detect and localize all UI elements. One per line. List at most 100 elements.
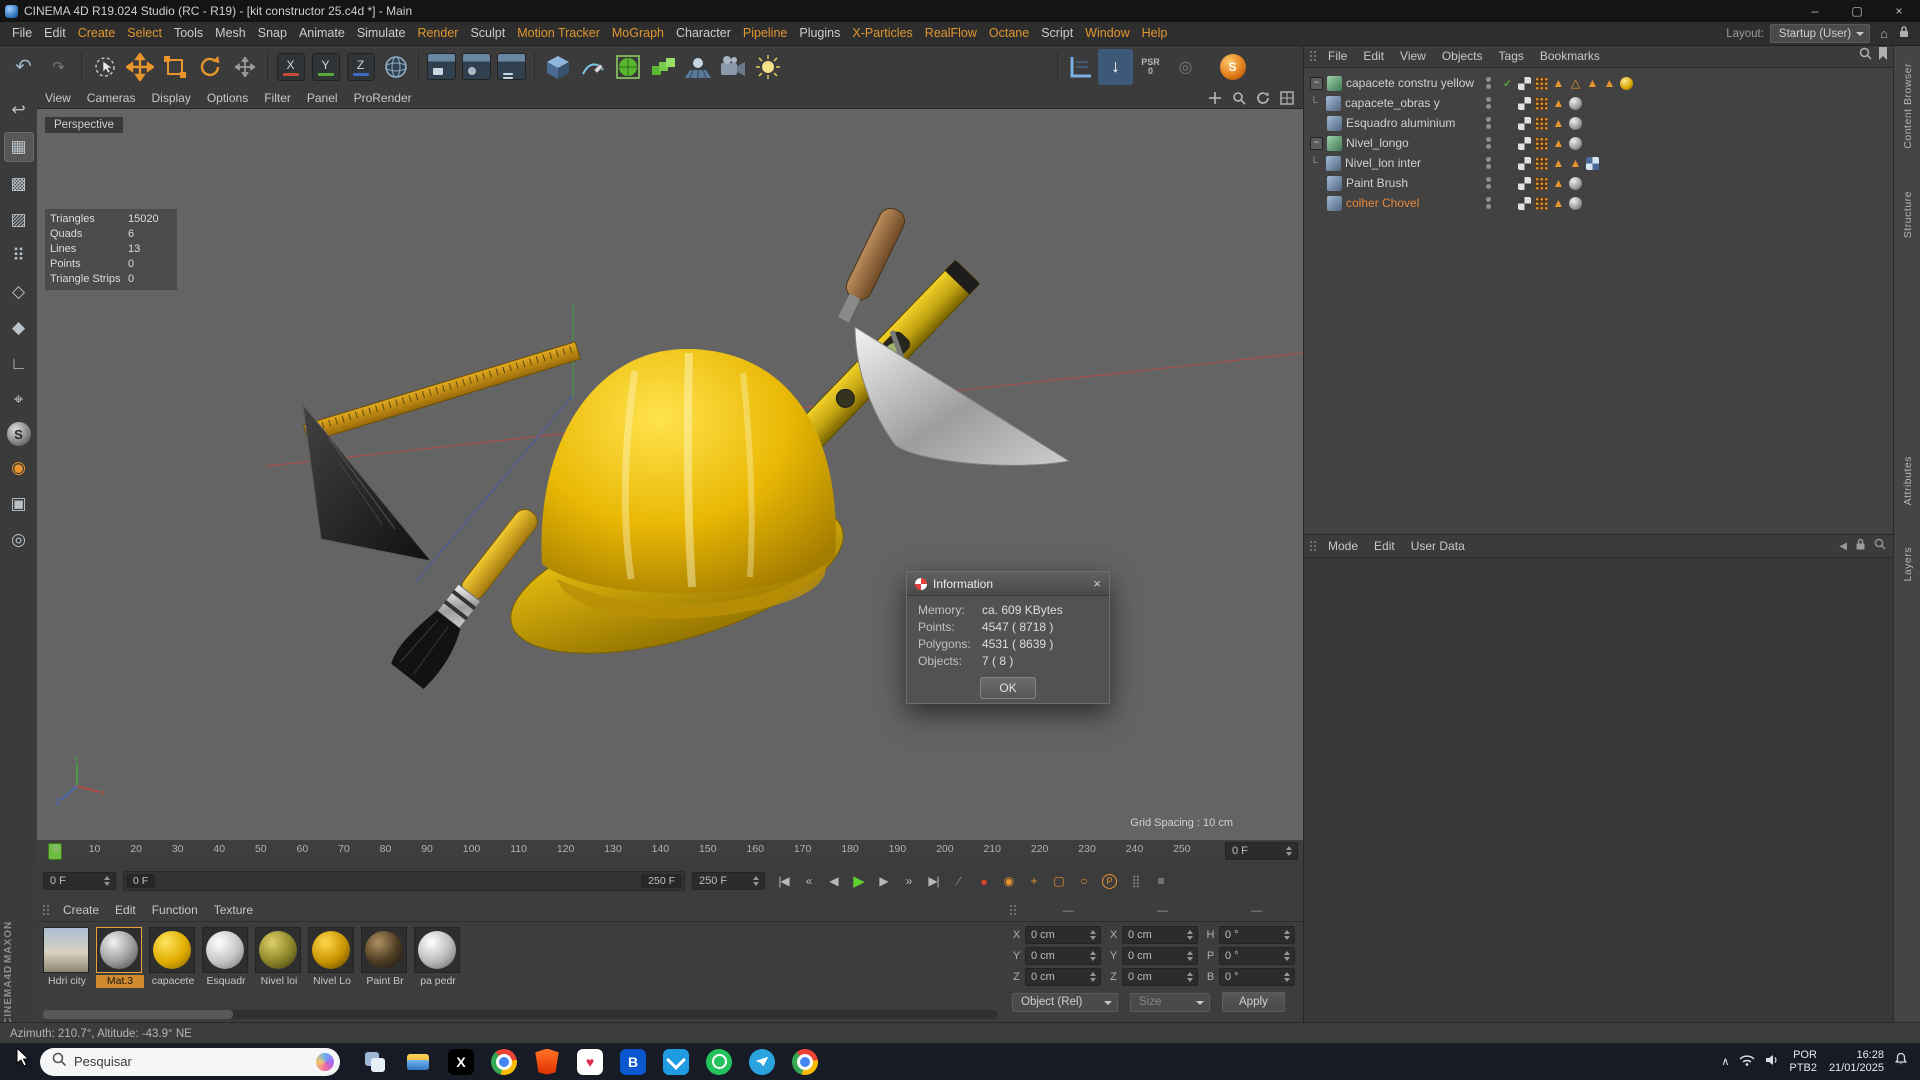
om-menu-file[interactable]: File (1320, 46, 1355, 67)
viewport-menu-options[interactable]: Options (199, 88, 256, 108)
tag-tri-icon[interactable]: ▲ (1586, 76, 1599, 90)
close-button[interactable]: × (1878, 0, 1920, 22)
spline-pen-button[interactable] (575, 49, 610, 85)
am-menu-mode[interactable]: Mode (1320, 536, 1366, 557)
materials-menu-function[interactable]: Function (144, 900, 206, 921)
floor-button[interactable] (680, 49, 715, 85)
whatsapp-icon[interactable] (706, 1048, 732, 1075)
am-menu-edit[interactable]: Edit (1366, 536, 1403, 557)
snap-enable-icon[interactable]: S (6, 422, 31, 446)
tag-tri-icon[interactable]: ▲ (1603, 76, 1616, 90)
menu-realflow[interactable]: RealFlow (919, 22, 983, 45)
edges-mode-icon[interactable]: ◇ (5, 278, 33, 306)
tag-dots-icon[interactable] (1535, 156, 1548, 170)
menu-mograph[interactable]: MoGraph (606, 22, 670, 45)
tab-layers[interactable]: Layers (1902, 539, 1914, 590)
tag-ball-gray-icon[interactable] (1569, 196, 1582, 210)
task-view-icon[interactable] (362, 1049, 388, 1075)
om-bookmark-icon[interactable] (1878, 47, 1888, 65)
menu-animate[interactable]: Animate (293, 22, 351, 45)
panel-grip[interactable] (1009, 904, 1017, 917)
undo-button[interactable]: ↶ (6, 49, 41, 85)
tag-ball-gray-icon[interactable] (1569, 96, 1582, 110)
3d-canvas[interactable]: Perspective Triangles 15020 Quads 6 Lines 1… (37, 109, 1303, 841)
viewport-menu-filter[interactable]: Filter (256, 88, 299, 108)
expander-icon[interactable]: − (1310, 136, 1323, 150)
lock-z-axis-button[interactable]: Z (343, 49, 378, 85)
menu-sculpt[interactable]: Sculpt (464, 22, 511, 45)
render-view-button[interactable] (424, 49, 459, 85)
magnet-snap-button[interactable]: ◎ (1168, 49, 1203, 85)
object-name[interactable]: Esquadro aluminium (1346, 116, 1455, 130)
add-cube-button[interactable] (540, 49, 575, 85)
menu-select[interactable]: Select (121, 22, 168, 45)
material-thumbnail[interactable] (308, 927, 354, 973)
rotate-view-icon[interactable] (1255, 90, 1271, 106)
visibility-dots[interactable] (1486, 117, 1491, 129)
chrome-profile-icon[interactable] (792, 1048, 818, 1075)
brave-icon[interactable] (535, 1048, 559, 1075)
position-y-field[interactable]: 0 cm (1025, 947, 1101, 965)
tag-dots-icon[interactable] (1535, 176, 1548, 190)
material-thumbnail[interactable] (96, 927, 142, 973)
mesh-object-icon[interactable] (1327, 115, 1342, 131)
current-frame-field[interactable]: 0 F (43, 872, 116, 890)
notification-bell-icon[interactable] (1894, 1052, 1908, 1071)
snap-move-down-button[interactable]: ↓ (1098, 48, 1133, 85)
viewport-menu-prorender[interactable]: ProRender (346, 88, 420, 108)
position-z-field[interactable]: 0 cm (1025, 968, 1101, 986)
last-tool-button[interactable] (227, 49, 262, 85)
menu-help[interactable]: Help (1136, 22, 1174, 45)
visibility-dots[interactable] (1486, 177, 1491, 189)
next-frame-button[interactable]: ▶ (872, 870, 895, 892)
lock-y-axis-button[interactable]: Y (308, 49, 343, 85)
tag-tri-icon[interactable]: ▲ (1552, 136, 1565, 150)
home-icon[interactable]: ⌂ (1876, 26, 1892, 41)
object-row-paint-brush[interactable]: Paint Brush ▲ (1304, 173, 1894, 193)
simulate-sphere-button[interactable]: S (1215, 49, 1250, 85)
tag-dots-icon[interactable] (1535, 116, 1548, 130)
menu-simulate[interactable]: Simulate (351, 22, 412, 45)
object-row-esquadro-aluminium[interactable]: Esquadro aluminium ▲ (1304, 113, 1894, 133)
materials-menu-create[interactable]: Create (55, 900, 107, 921)
material-paint-br[interactable]: Paint Br (361, 927, 409, 988)
tag-ball-yellow-icon[interactable] (1620, 76, 1633, 90)
om-menu-edit[interactable]: Edit (1355, 46, 1392, 67)
viewport-menu-display[interactable]: Display (143, 88, 198, 108)
chrome-icon[interactable] (491, 1048, 517, 1075)
next-key-button[interactable]: » (897, 870, 920, 892)
size-y-field[interactable]: 0 cm (1122, 947, 1198, 965)
tag-dots-icon[interactable] (1535, 196, 1548, 210)
material-nivel-loi[interactable]: Nivel loi (255, 927, 303, 988)
object-name[interactable]: capacete_obras y (1345, 96, 1440, 110)
move-tool-button[interactable] (122, 49, 157, 85)
light-button[interactable] (750, 49, 785, 85)
range-end-handle[interactable]: 250 F (641, 874, 682, 888)
tag-tri-icon[interactable]: ▲ (1552, 176, 1565, 190)
model-mode-icon[interactable]: ▦ (3, 132, 34, 162)
menu-tools[interactable]: Tools (168, 22, 209, 45)
material-thumbnail[interactable] (43, 927, 89, 973)
group-object-icon[interactable] (1327, 75, 1342, 91)
am-menu-user-data[interactable]: User Data (1403, 536, 1473, 557)
tag-tri-icon[interactable]: ▲ (1569, 156, 1582, 170)
object-row-colher-chovel[interactable]: colher Chovel ▲ (1304, 193, 1894, 213)
size-z-field[interactable]: 0 cm (1122, 968, 1198, 986)
texture-mode-icon[interactable]: ▩ (5, 170, 33, 198)
tag-checker-icon[interactable] (1518, 176, 1531, 190)
quantize-icon[interactable]: ◉ (5, 454, 33, 482)
mesh-object-icon[interactable] (1327, 175, 1342, 191)
scale-tool-button[interactable] (157, 49, 192, 85)
menu-motion-tracker[interactable]: Motion Tracker (511, 22, 606, 45)
copilot-icon[interactable] (316, 1052, 334, 1071)
expander-icon[interactable]: − (1310, 76, 1323, 90)
object-name[interactable]: Paint Brush (1346, 176, 1408, 190)
menu-script[interactable]: Script (1035, 22, 1079, 45)
axis-lock-icon[interactable]: ◎ (5, 526, 33, 554)
pan-view-icon[interactable] (1207, 90, 1223, 106)
visibility-dots[interactable] (1486, 157, 1491, 169)
tag-dots-icon[interactable] (1535, 136, 1548, 150)
goto-end-button[interactable]: ▶| (922, 870, 945, 892)
viewport-view-label[interactable]: Perspective (45, 117, 124, 133)
ruler-frame-spinner[interactable]: 0 F (1225, 842, 1298, 860)
